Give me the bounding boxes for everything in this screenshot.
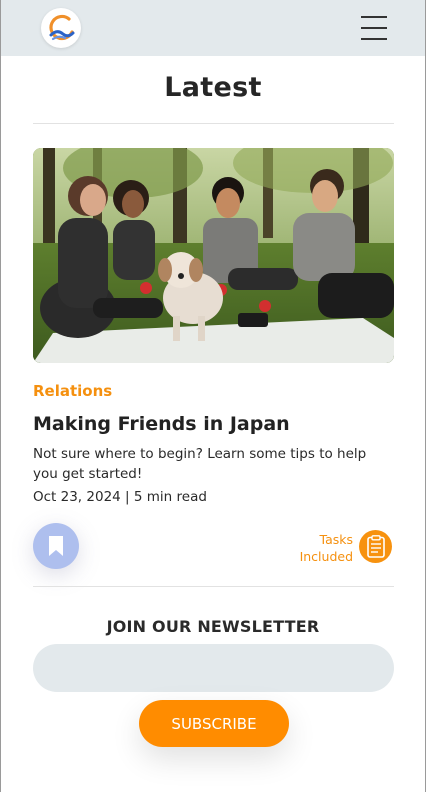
menu-bar-middle bbox=[361, 27, 387, 29]
section-divider bbox=[33, 586, 394, 587]
clipboard-icon bbox=[359, 530, 392, 563]
menu-bar-bottom bbox=[361, 38, 387, 40]
app-frame: Latest Relations Making Friends in Japan… bbox=[0, 0, 426, 792]
subscribe-button[interactable]: SUBSCRIBE bbox=[139, 700, 289, 747]
article-image[interactable] bbox=[33, 148, 394, 363]
newsletter-email-input[interactable] bbox=[33, 644, 394, 692]
menu-bar-top bbox=[361, 16, 387, 18]
article-description: Not sure where to begin? Learn some tips… bbox=[33, 446, 367, 482]
newsletter-heading: JOIN OUR NEWSLETTER bbox=[106, 617, 320, 636]
article-date-readtime: Oct 23, 2024 | 5 min read bbox=[33, 489, 207, 505]
article-category[interactable]: Relations bbox=[33, 382, 112, 400]
tasks-included-label: Tasks Included bbox=[299, 532, 353, 564]
hamburger-menu-icon[interactable] bbox=[361, 14, 387, 42]
article-photo-illustration bbox=[33, 148, 394, 363]
bookmark-icon bbox=[49, 536, 63, 556]
bookmark-button[interactable] bbox=[33, 523, 79, 569]
page-title: Latest bbox=[164, 72, 262, 103]
brand-logo-icon[interactable] bbox=[41, 8, 81, 48]
title-divider bbox=[33, 123, 394, 124]
top-navigation-bar bbox=[1, 0, 425, 56]
article-title[interactable]: Making Friends in Japan bbox=[33, 413, 290, 435]
